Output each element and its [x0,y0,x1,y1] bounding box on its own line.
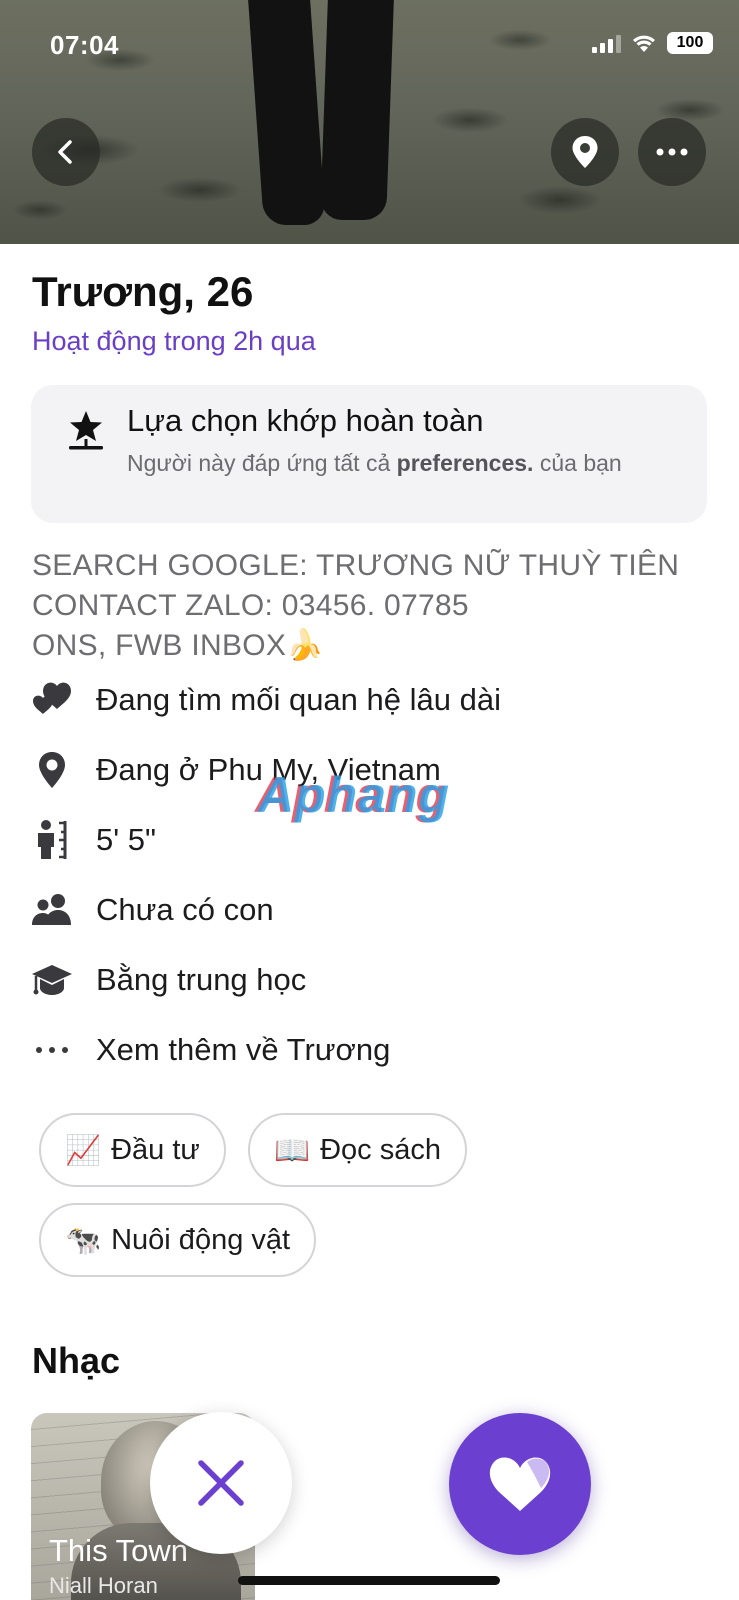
interest-label: Nuôi động vật [111,1223,291,1256]
height-icon [30,818,74,862]
detail-text: Chưa có con [96,892,274,927]
activity-status: Hoạt động trong 2h qua [32,326,316,356]
interest-chip-reading: 📖 Đọc sách [248,1113,467,1187]
interest-label: Đầu tư [111,1133,200,1166]
bio-line: ONS, FWB INBOX🍌 [32,629,324,662]
wifi-icon [633,35,655,52]
hearts-icon [30,678,74,722]
battery-indicator: 100 [667,32,713,54]
chart-increasing-icon: 📈 [65,1132,102,1167]
back-button[interactable] [32,118,100,186]
more-options-button[interactable] [638,118,706,186]
pass-button[interactable] [150,1412,292,1554]
cow-icon: 🐄 [65,1222,102,1257]
interest-chip-investing: 📈 Đầu tư [39,1113,226,1187]
detail-text: Bằng trung học [96,962,307,997]
detail-children: Chưa có con [30,886,690,934]
map-pin-icon [572,136,598,168]
graduation-cap-icon [30,958,74,1002]
profile-name-age: Trương, 26 [32,268,254,315]
heart-icon [489,1457,551,1511]
open-book-icon: 📖 [274,1132,311,1167]
like-button[interactable] [449,1413,591,1555]
watermark-logo: Aphang [258,767,451,823]
location-pin-icon [30,748,74,792]
ellipsis-icon [30,1028,74,1072]
detail-text: 5' 5" [96,822,157,857]
home-indicator [238,1576,500,1585]
song-title: This Town [49,1533,188,1568]
song-artist: Niall Horan [49,1573,158,1598]
more-horizontal-icon [656,148,688,156]
cellular-signal-icon [592,33,621,53]
detail-relationship-goal: Đang tìm mối quan hệ lâu dài [30,676,690,724]
people-icon [30,888,74,932]
star-match-icon [69,411,103,450]
interest-label: Đọc sách [320,1133,441,1166]
perfect-match-card: Lựa chọn khớp hoàn toàn Người này đáp ứn… [31,385,707,523]
see-more-button[interactable]: Xem thêm về Trương [30,1026,690,1074]
music-section-title: Nhạc [32,1340,121,1381]
profile-bio: SEARCH GOOGLE: TRƯƠNG NỮ THUỲ TIÊN CONTA… [32,546,722,666]
location-button[interactable] [551,118,619,186]
status-time: 07:04 [50,30,119,60]
match-card-title: Lựa chọn khớp hoàn toàn [127,403,484,438]
chevron-left-icon [58,140,72,164]
interest-chip-animals: 🐄 Nuôi động vật [39,1203,317,1277]
bio-line: CONTACT ZALO: 03456. 07785 [32,589,469,622]
detail-text: Đang tìm mối quan hệ lâu dài [96,682,501,717]
close-icon [198,1460,244,1506]
photo-subject [248,0,396,232]
match-card-description: Người này đáp ứng tất cả preferences. củ… [127,450,622,476]
detail-education: Bằng trung học [30,956,690,1004]
bio-line: SEARCH GOOGLE: TRƯƠNG NỮ THUỲ TIÊN [32,549,680,582]
see-more-label: Xem thêm về Trương [96,1032,391,1067]
status-icons: 100 [592,32,713,54]
